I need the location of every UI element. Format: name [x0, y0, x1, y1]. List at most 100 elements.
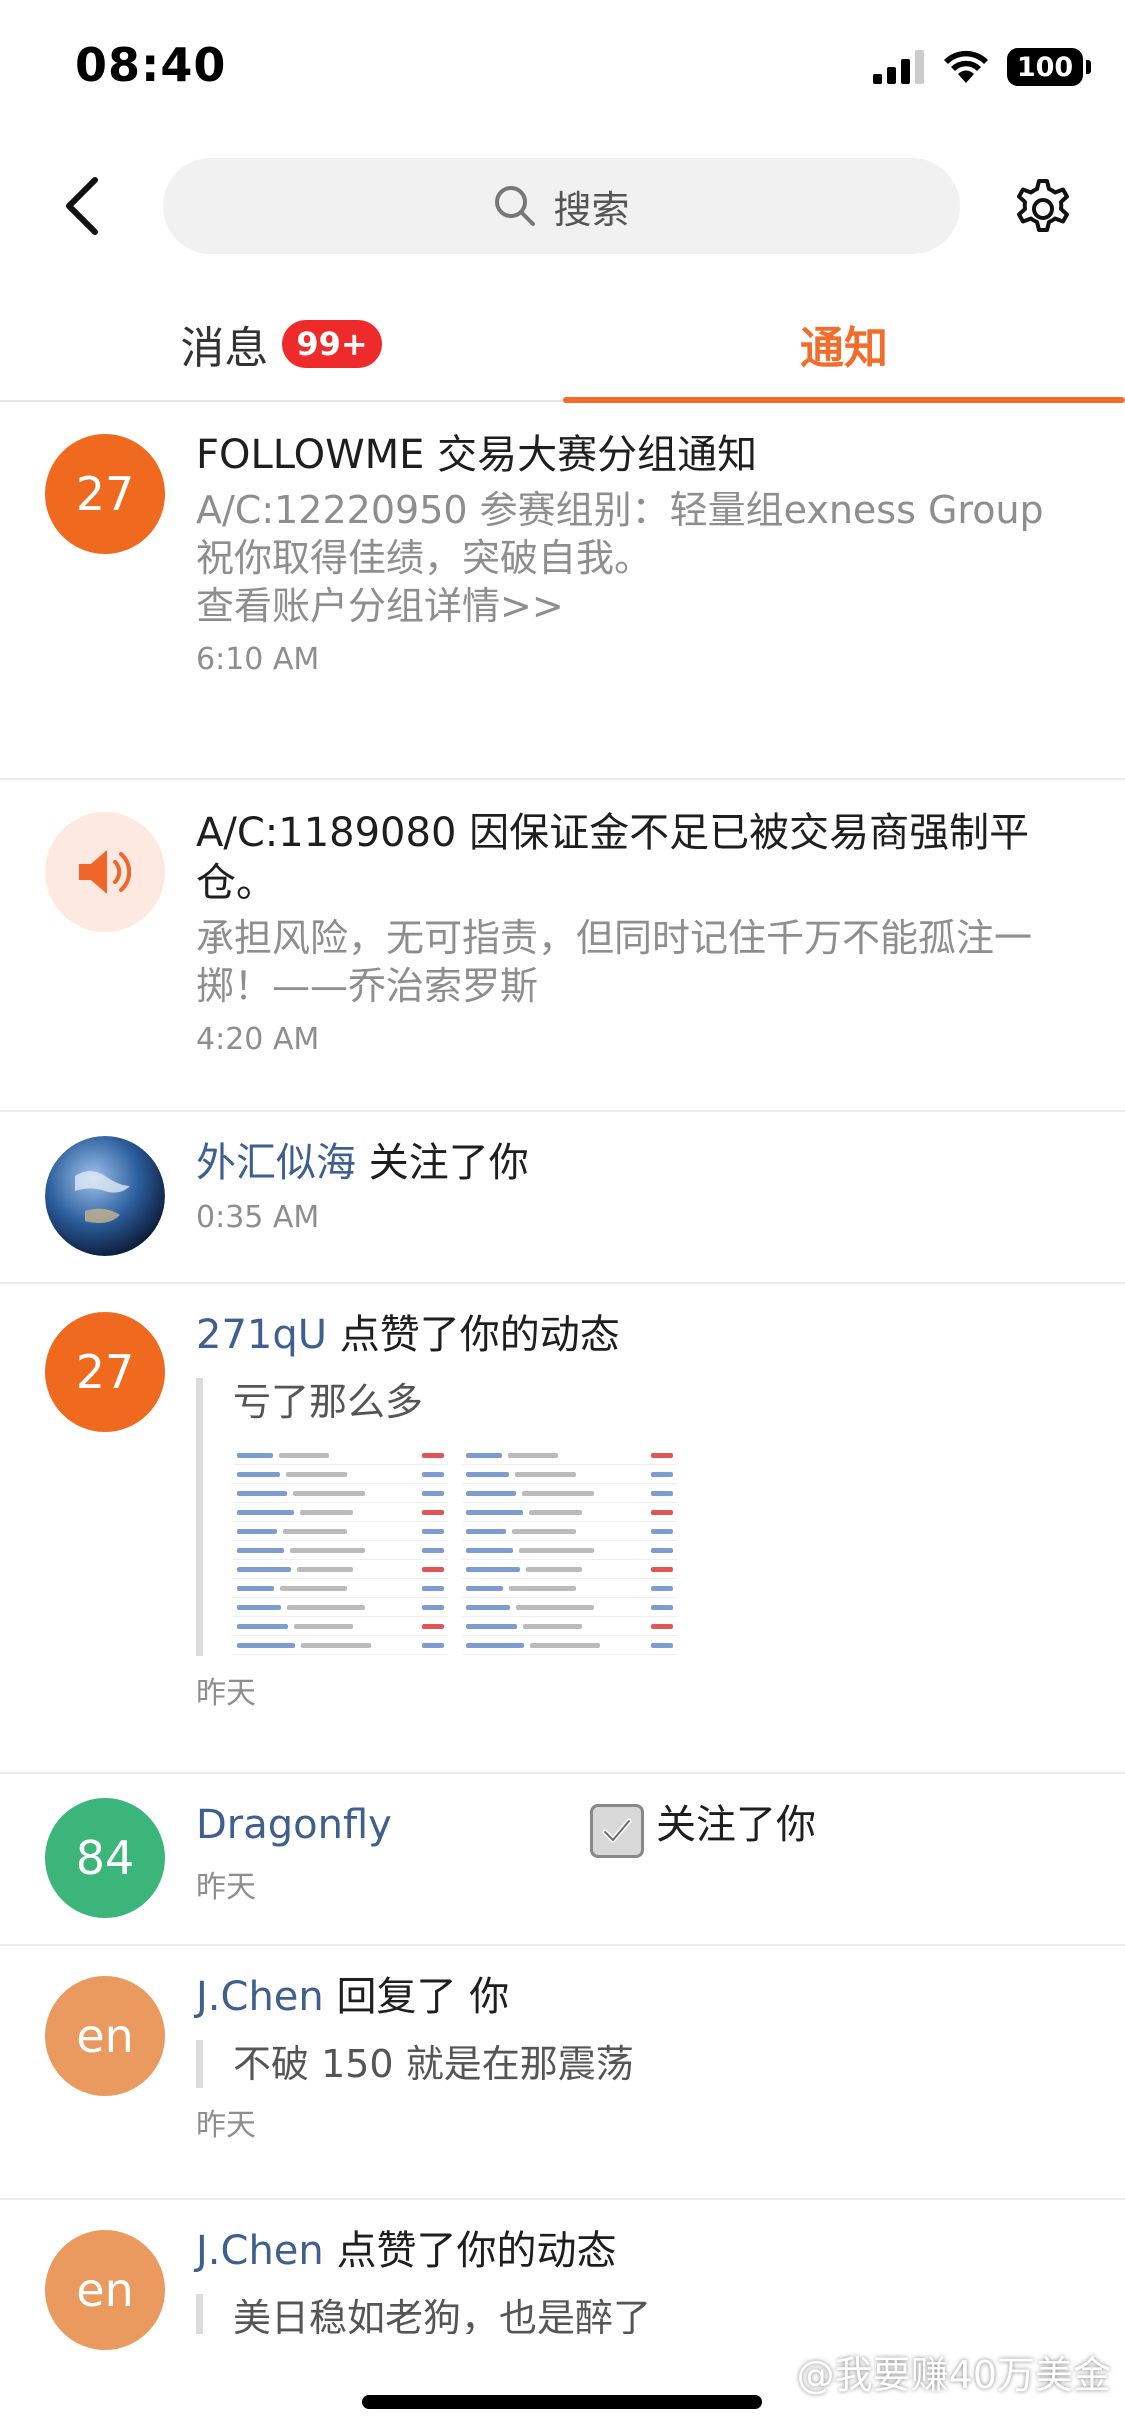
quote-text: 亏了那么多	[233, 1380, 424, 1424]
thumbnail-bar	[293, 1490, 365, 1496]
status-bar: 08:40 100	[0, 0, 1125, 140]
notification-content: FOLLOWME 交易大赛分组通知 A/C:12220950 参赛组别：轻量组e…	[196, 430, 1085, 677]
unread-badge: 99+	[282, 320, 382, 368]
thumbnail-bar	[466, 1566, 520, 1572]
avatar: en	[45, 1976, 165, 2096]
thumbnail-bar	[294, 1623, 353, 1629]
thumbnail-bar	[422, 1623, 444, 1629]
thumbnail-row	[233, 1636, 448, 1655]
thumbnail-bar	[519, 1547, 594, 1553]
thumbnail-bar	[237, 1547, 284, 1553]
thumbnail-bar	[651, 1452, 673, 1458]
thumbnail-bar	[515, 1471, 576, 1477]
home-indicator[interactable]	[362, 2395, 762, 2409]
search-input[interactable]: 搜索	[163, 158, 960, 254]
thumbnail-bar	[651, 1585, 673, 1591]
status-icons: 100	[873, 48, 1091, 86]
thumbnail-bar	[509, 1585, 576, 1591]
list-item[interactable]: 27 FOLLOWME 交易大赛分组通知 A/C:12220950 参赛组别：轻…	[0, 402, 1125, 780]
thumbnail-bar	[466, 1547, 513, 1553]
cellular-signal-icon	[873, 50, 924, 84]
thumbnail-row	[462, 1636, 677, 1655]
list-item[interactable]: A/C:1189080 因保证金不足已被交易商强制平仓。 承担风险，无可指责，但…	[0, 780, 1125, 1112]
wifi-icon	[944, 50, 988, 83]
list-item[interactable]: 27 271qU 点赞了你的动态 亏了那么多 昨天	[0, 1284, 1125, 1774]
thumbnail-row	[462, 1617, 677, 1636]
thumbnail-bar	[651, 1642, 673, 1648]
notification-time: 6:10 AM	[196, 642, 320, 677]
post-image-thumbnail[interactable]	[233, 1446, 448, 1656]
thumbnail-bar	[466, 1471, 509, 1477]
thumbnail-bar	[237, 1642, 295, 1648]
thumbnail-row	[233, 1598, 448, 1617]
thumbnail-bar	[651, 1509, 673, 1515]
thumbnail-bar	[300, 1509, 353, 1515]
action-text: 点赞了你的动态	[327, 1312, 620, 1358]
tab-messages[interactable]: 消息 99+	[0, 290, 562, 398]
settings-button[interactable]	[1008, 174, 1078, 244]
user-name-link[interactable]: Dragonfly	[196, 1802, 392, 1848]
action-text: 回复了 你	[323, 1974, 510, 2020]
list-item[interactable]: en J.Chen 点赞了你的动态 美日稳如老狗，也是醉了	[0, 2200, 1125, 2360]
avatar: en	[45, 2230, 165, 2350]
watermark: @我要赚40万美金	[796, 2353, 1111, 2397]
thumbnail-row	[233, 1541, 448, 1560]
thumbnail-bar	[237, 1452, 273, 1458]
thumbnail-row	[233, 1465, 448, 1484]
user-name-link[interactable]: 271qU	[196, 1312, 327, 1358]
thumbnail-bar	[529, 1509, 582, 1515]
thumbnail-bar	[237, 1623, 288, 1629]
action-text: 关注了你	[356, 1140, 529, 1186]
thumbnail-bar	[466, 1604, 510, 1610]
thumbnail-bar	[422, 1452, 444, 1458]
thumbnail-bar	[237, 1509, 294, 1515]
back-button[interactable]	[45, 170, 117, 242]
user-name-link[interactable]: J.Chen	[196, 1974, 324, 2020]
avatar-text: 27	[75, 467, 135, 521]
avatar-text: en	[76, 2263, 134, 2317]
tab-bar: 消息 99+ 通知	[0, 290, 1125, 403]
notification-time: 4:20 AM	[196, 1022, 320, 1057]
user-name-link[interactable]: 外汇似海	[196, 1140, 356, 1186]
notification-content: A/C:1189080 因保证金不足已被交易商强制平仓。 承担风险，无可指责，但…	[196, 808, 1085, 1057]
thumbnail-bar	[526, 1566, 582, 1572]
header: 搜索	[0, 140, 1125, 275]
thumbnail-bar	[651, 1471, 673, 1477]
quoted-post[interactable]: 亏了那么多	[196, 1378, 1085, 1656]
list-item[interactable]: 外汇似海 关注了你 0:35 AM	[0, 1112, 1125, 1284]
user-name-link[interactable]: J.Chen	[196, 2228, 324, 2274]
battery-icon: 100	[1007, 48, 1091, 86]
notification-content: J.Chen 回复了 你 不破 150 就是在那震荡 昨天	[196, 1972, 1085, 2144]
thumbnail-bar	[651, 1604, 673, 1610]
tab-notifications[interactable]: 通知	[563, 290, 1125, 398]
notification-title: 外汇似海 关注了你	[196, 1138, 1085, 1188]
thumbnail-row	[462, 1465, 677, 1484]
quote-text: 美日稳如老狗，也是醉了	[233, 2296, 652, 2334]
quoted-post[interactable]: 美日稳如老狗，也是醉了	[196, 2294, 1085, 2334]
account-details-link[interactable]: 查看账户分组详情>>	[196, 582, 1085, 630]
thumbnail-bar	[651, 1566, 673, 1572]
thumbnail-bar	[422, 1490, 444, 1496]
search-icon	[495, 186, 536, 226]
notification-time: 昨天	[196, 1870, 256, 1905]
thumbnail-bar	[516, 1604, 594, 1610]
thumbnail-bar	[466, 1585, 503, 1591]
thumbnail-bar	[422, 1604, 444, 1610]
list-item[interactable]: en J.Chen 回复了 你 不破 150 就是在那震荡 昨天	[0, 1946, 1125, 2200]
thumbnail-bar	[422, 1585, 444, 1591]
thumbnail-bar	[466, 1452, 502, 1458]
thumbnail-row	[233, 1484, 448, 1503]
thumbnail-bar	[651, 1490, 673, 1496]
notification-time: 0:35 AM	[196, 1200, 320, 1235]
thumbnail-row	[462, 1522, 677, 1541]
avatar: 27	[45, 1312, 165, 1432]
list-item[interactable]: 84 Dragonfly 关注了你 昨天	[0, 1774, 1125, 1946]
thumbnail-bar	[466, 1490, 516, 1496]
thumbnail-row	[233, 1522, 448, 1541]
thumbnail-row	[462, 1541, 677, 1560]
thumbnail-bar	[237, 1585, 274, 1591]
thumbnail-bar	[508, 1452, 558, 1458]
thumbnail-bar	[290, 1547, 365, 1553]
post-image-thumbnail[interactable]	[462, 1446, 677, 1656]
quoted-reply[interactable]: 不破 150 就是在那震荡	[196, 2040, 1085, 2088]
